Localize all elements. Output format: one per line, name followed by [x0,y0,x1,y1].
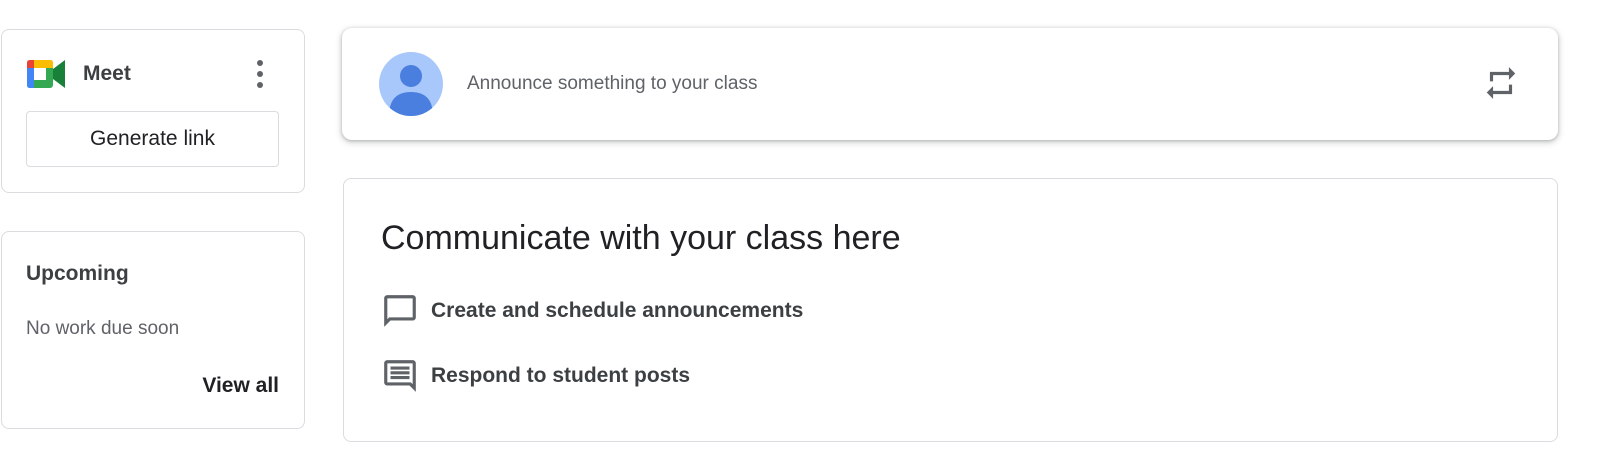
communicate-item: Respond to student posts [381,356,690,396]
view-all-link[interactable]: View all [180,373,279,399]
repost-icon[interactable] [1482,64,1520,102]
message-lines-icon [384,360,416,392]
meet-title: Meet [83,62,131,85]
communicate-item-label: Respond to student posts [431,364,690,387]
communicate-heading: Communicate with your class here [381,219,901,257]
menu-dot [257,60,263,66]
google-meet-icon [27,60,65,88]
announce-placeholder[interactable]: Announce something to your class [467,72,757,96]
more-vert-icon[interactable] [252,58,268,90]
menu-dot [257,82,263,88]
upcoming-empty-text: No work due soon [26,318,180,339]
communicate-item-label: Create and schedule announcements [431,299,804,322]
menu-dot [257,71,263,77]
chat-bubble-icon [384,295,416,327]
upcoming-title: Upcoming [26,262,129,285]
communicate-item: Create and schedule announcements [381,291,803,331]
user-avatar-icon [379,52,443,116]
generate-link-button[interactable]: Generate link [26,111,279,167]
